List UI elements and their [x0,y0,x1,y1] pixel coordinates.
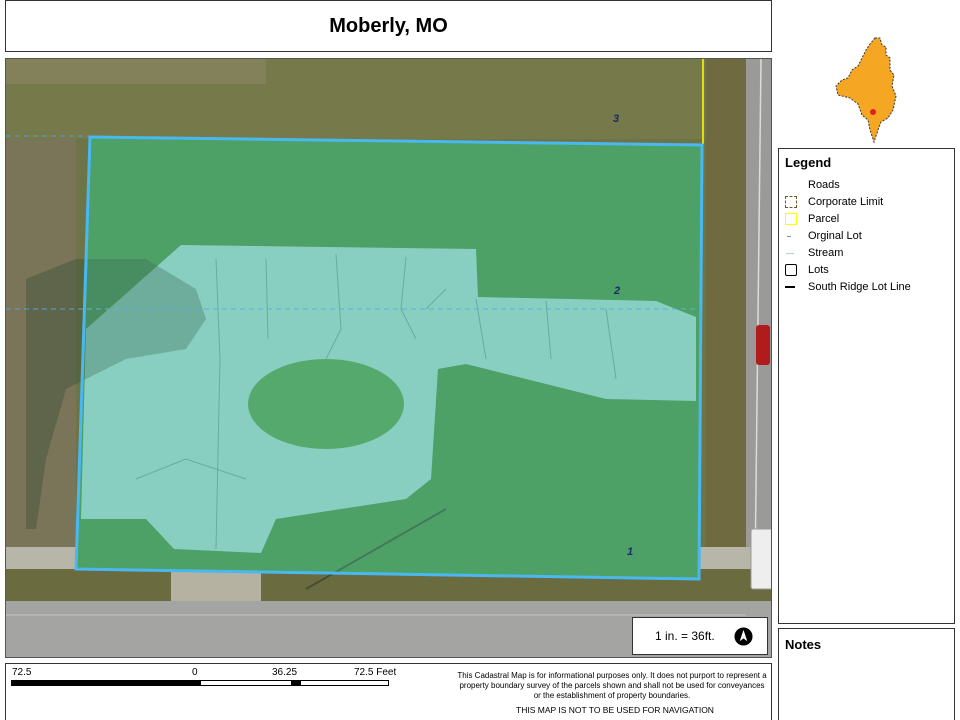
original-lot-symbol-icon [785,230,797,242]
legend-label: Corporate Limit [808,196,884,208]
location-marker-icon [870,109,876,115]
map-title: Moberly, MO [329,14,448,37]
driveway-south [171,569,261,601]
parcel-label[interactable]: 3 [613,113,619,125]
corporate-limit-symbol-icon [785,196,797,208]
legend-item-corporate-limit: Corporate Limit [785,194,883,210]
roads-symbol-icon [785,179,797,191]
legend-label: South Ridge Lot Line [808,281,911,293]
legend-item-lots: Lots [785,262,829,278]
roadside-grass [706,59,746,599]
notes-heading: Notes [785,637,822,652]
map-view[interactable]: 1 2 3 1 in. = 36ft. [5,58,772,658]
legend-label: Parcel [808,213,840,225]
locator-map [835,37,897,144]
footer-panel: 72.5 0 36.25 72.5 Feet This Cadastral Ma… [5,663,772,720]
scale-ratio-box: 1 in. = 36ft. [632,617,768,655]
scale-label: 0 [192,667,198,678]
legend-label: Roads [808,179,840,191]
navigation-warning: THIS MAP IS NOT TO BE USED FOR NAVIGATIO… [516,705,714,715]
red-vehicle [756,325,770,365]
legend-panel: Legend Roads Corporate Limit Parcel Orgi… [778,148,955,624]
stream-symbol-icon [785,247,797,259]
notes-panel: Notes [778,628,955,720]
field-top-light [6,59,266,84]
corporate-limit-shape [835,37,897,144]
title-box: Moberly, MO [5,0,772,52]
scale-label: 72.5 Feet [354,667,397,678]
legend-item-roads: Roads [785,177,840,193]
scale-label: 36.25 [272,667,298,678]
scale-bar [11,680,389,686]
legend-item-stream: Stream [785,245,843,261]
legend-item-parcel: Parcel [785,211,839,227]
legend-heading: Legend [785,155,832,170]
lots-symbol-icon [785,264,797,276]
legend-item-original-lot: Orginal Lot [785,228,862,244]
south-ridge-line-symbol-icon [785,281,797,293]
parcel-label[interactable]: 1 [627,546,633,558]
legend-item-south-ridge-lot-line: South Ridge Lot Line [785,279,911,295]
aerial-map[interactable]: 1 2 3 [6,59,772,658]
north-arrow-icon [734,627,753,646]
legend-label: Lots [808,264,829,276]
white-truck [750,528,771,590]
lot-boundary[interactable] [74,135,704,581]
parcel-symbol-icon [785,213,797,225]
legend-label: Stream [808,247,844,259]
scale-ratio-text: 1 in. = 36ft. [655,629,715,643]
parcel-label[interactable]: 2 [613,285,620,297]
legend-label: Orginal Lot [808,230,862,242]
disclaimer-text: This Cadastral Map is for informational … [457,671,767,700]
scale-label: 72.5 [12,667,32,678]
